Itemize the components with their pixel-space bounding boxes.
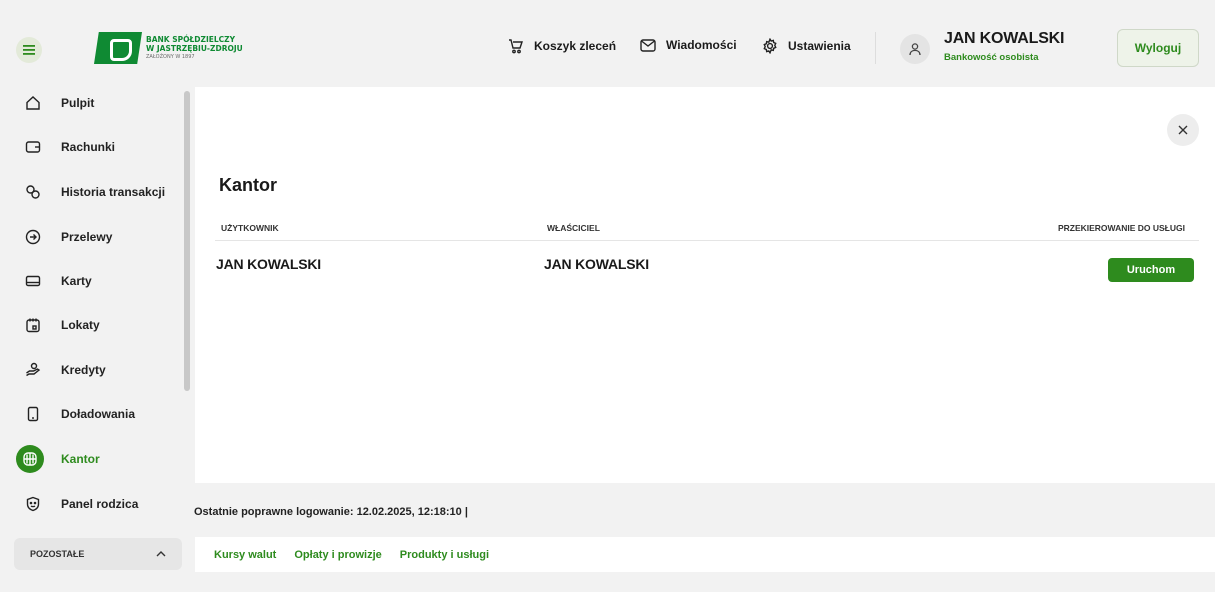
sidebar-item-kantor[interactable]: Kantor	[0, 444, 180, 474]
bank-logo-mark-icon	[94, 32, 142, 64]
column-header-user: UŻYTKOWNIK	[221, 223, 279, 233]
table-divider	[215, 240, 1199, 241]
sidebar-item-rachunki[interactable]: Rachunki	[0, 132, 180, 162]
sidebar-more-label: POZOSTAŁE	[30, 549, 85, 559]
home-icon	[24, 94, 42, 112]
cell-user: JAN KOWALSKI	[216, 256, 321, 272]
sidebar-item-label: Rachunki	[61, 140, 116, 154]
sidebar-item-label: Kantor	[61, 452, 100, 466]
bank-logo-text: BANK SPÓŁDZIELCZY W JASTRZĘBIU-ZDROJU ZA…	[146, 35, 243, 62]
bank-logo[interactable]: BANK SPÓŁDZIELCZY W JASTRZĘBIU-ZDROJU ZA…	[94, 32, 243, 64]
close-button[interactable]	[1167, 114, 1199, 146]
sidebar-scrollbar[interactable]	[184, 91, 190, 391]
gear-icon	[763, 38, 777, 54]
sidebar-item-label: Panel rodzica	[61, 497, 139, 511]
cart-icon	[509, 39, 523, 54]
sidebar-item-doladowania[interactable]: Doładowania	[0, 399, 180, 429]
page-title: Kantor	[219, 175, 277, 195]
footer-link-fees[interactable]: Opłaty i prowizje	[294, 549, 381, 561]
sidebar-item-label: Przelewy	[61, 230, 113, 244]
sidebar-item-label: Lokaty	[61, 318, 100, 332]
bank-name-line1: BANK SPÓŁDZIELCZY	[146, 34, 236, 44]
card-icon	[24, 272, 42, 290]
sidebar-item-przelewy[interactable]: Przelewy	[0, 222, 180, 252]
calendar-icon	[24, 316, 42, 334]
sidebar-item-panel-rodzica[interactable]: Panel rodzica	[0, 489, 180, 519]
wallet-icon	[24, 138, 42, 156]
kantor-panel: Kantor UŻYTKOWNIK WŁAŚCICIEL PRZEKIEROWA…	[195, 87, 1215, 483]
footer-link-exchange-rates[interactable]: Kursy walut	[214, 549, 276, 561]
sidebar-item-label: Historia transakcji	[61, 185, 166, 199]
column-header-owner: WŁAŚCICIEL	[547, 223, 600, 233]
shield-icon	[24, 495, 42, 513]
sidebar-item-historia[interactable]: Historia transakcji	[0, 177, 180, 207]
last-login-info: Ostatnie poprawne logowanie: 12.02.2025,…	[194, 506, 468, 518]
footer-link-products[interactable]: Produkty i usługi	[400, 549, 489, 561]
phone-icon	[24, 405, 42, 423]
nav-messages-label: Wiadomości	[666, 38, 737, 52]
sidebar-item-label: Karty	[61, 274, 92, 288]
nav-messages[interactable]: Wiadomości	[640, 38, 737, 52]
coins-icon	[24, 183, 42, 201]
globe-icon	[16, 445, 44, 473]
sidebar-item-label: Kredyty	[61, 363, 106, 377]
header-divider	[875, 32, 876, 64]
nav-settings-label: Ustawienia	[788, 39, 851, 53]
user-type: Bankowość osobista	[944, 52, 1039, 63]
user-name: JAN KOWALSKI	[944, 30, 1065, 47]
sidebar-item-label: Pulpit	[61, 96, 95, 110]
nav-cart[interactable]: Koszyk zleceń	[508, 38, 616, 54]
close-icon	[1178, 125, 1188, 135]
envelope-icon	[640, 38, 656, 52]
user-icon	[909, 43, 921, 56]
sidebar-item-label: Doładowania	[61, 407, 136, 421]
avatar[interactable]	[900, 34, 930, 64]
sidebar-item-pulpit[interactable]: Pulpit	[0, 88, 180, 118]
column-header-redirect: PRZEKIEROWANIE DO USŁUGI	[1057, 223, 1185, 233]
sidebar-item-lokaty[interactable]: Lokaty	[0, 310, 180, 340]
hand-coin-icon	[24, 361, 42, 379]
chevron-up-icon	[156, 551, 166, 557]
sidebar-item-karty[interactable]: Karty	[0, 266, 180, 296]
hamburger-icon	[23, 45, 35, 55]
nav-settings[interactable]: Ustawienia	[762, 38, 851, 54]
arrow-circle-icon	[24, 228, 42, 246]
header: BANK SPÓŁDZIELCZY W JASTRZĘBIU-ZDROJU ZA…	[0, 10, 1215, 86]
bank-name-line2: W JASTRZĘBIU-ZDROJU	[146, 43, 243, 53]
nav-cart-label: Koszyk zleceń	[534, 39, 617, 53]
cell-owner: JAN KOWALSKI	[544, 256, 649, 272]
menu-button[interactable]	[16, 37, 42, 63]
sidebar-more-toggle[interactable]: POZOSTAŁE	[14, 538, 182, 570]
footer-links: Kursy walut Opłaty i prowizje Produkty i…	[195, 537, 1215, 572]
bank-founded: ZAŁOŻONY W 1897	[146, 53, 195, 60]
run-button[interactable]: Uruchom	[1108, 258, 1194, 282]
sidebar-item-kredyty[interactable]: Kredyty	[0, 355, 180, 385]
logout-button[interactable]: Wyloguj	[1117, 29, 1199, 67]
